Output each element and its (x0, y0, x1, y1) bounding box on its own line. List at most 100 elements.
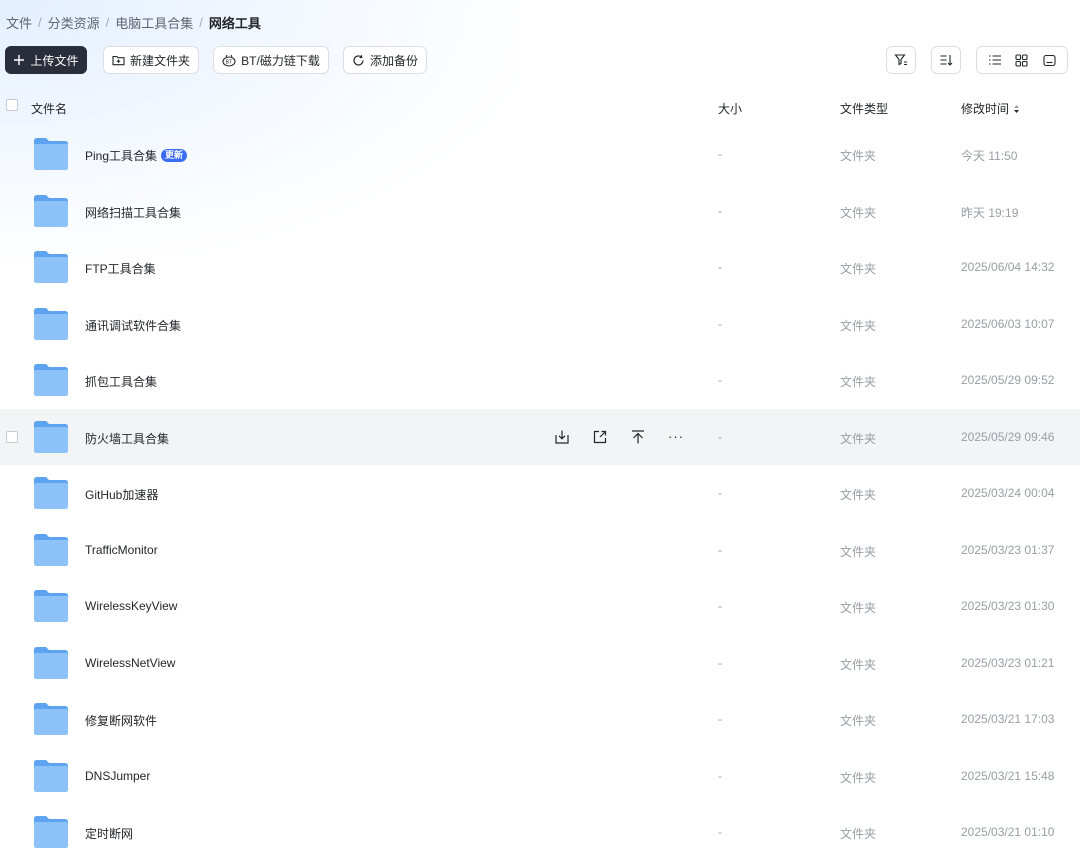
table-row[interactable]: 定时断网 - 文件夹 2025/03/21 01:10 (0, 804, 1080, 861)
folder-icon (34, 816, 68, 848)
bt-download-button-label: BT/磁力链下载 (241, 53, 320, 68)
file-name-text: GitHub加速器 (85, 488, 159, 502)
file-modified-time: 2025/03/23 01:37 (961, 542, 1055, 557)
file-name[interactable]: 防火墙工具合集 (85, 430, 169, 447)
view-mode-group (976, 46, 1068, 74)
plus-icon (14, 55, 25, 65)
file-modified-time: 2025/03/21 01:10 (961, 825, 1055, 839)
toolbar: 上传文件 新建文件夹 BT BT/磁力链下载 添加备份 (5, 46, 1068, 76)
file-name[interactable]: GitHub加速器 (85, 486, 158, 503)
breadcrumb: 文件 / 分类资源 / 电脑工具合集 / 网络工具 (6, 13, 261, 32)
folder-icon (34, 251, 68, 283)
list-view-icon[interactable] (984, 50, 1006, 70)
new-folder-icon (112, 55, 125, 66)
more-actions-button[interactable]: ··· (666, 427, 686, 447)
file-name-text: 网络扫描工具合集 (85, 205, 182, 220)
file-modified-time: 今天 11:50 (961, 149, 1018, 163)
folder-icon (34, 420, 68, 453)
sort-button[interactable] (931, 46, 961, 74)
file-size: - (718, 316, 722, 331)
preview-view-icon[interactable] (1038, 50, 1060, 70)
file-size: - (718, 599, 722, 613)
file-name[interactable]: WirelessNetView (85, 656, 175, 670)
file-name-text: 定时断网 (85, 827, 134, 841)
table-row[interactable]: 通讯调试软件合集 - 文件夹 2025/06/03 10:07 (0, 296, 1080, 353)
table-row[interactable]: TrafficMonitor - 文件夹 2025/03/23 01:37 (0, 522, 1080, 579)
file-name[interactable]: 通讯调试软件合集 (85, 317, 181, 334)
breadcrumb-item-pc-tools[interactable]: 电脑工具合集 (115, 13, 193, 32)
file-size: - (718, 768, 722, 783)
file-modified-time: 2025/05/29 09:46 (961, 429, 1055, 444)
file-size: - (718, 260, 722, 274)
upload-button[interactable]: 上传文件 (5, 46, 87, 74)
file-modified-time: 2025/06/03 10:07 (961, 316, 1055, 331)
table-row[interactable]: 修复断网软件 - 文件夹 2025/03/21 17:03 (0, 691, 1080, 748)
file-size: - (718, 712, 722, 726)
file-name-text: 修复断网软件 (85, 714, 158, 728)
table-row[interactable]: 抓包工具合集 - 文件夹 2025/05/29 09:52 (0, 352, 1080, 409)
file-type: 文件夹 (840, 827, 877, 841)
file-type: 文件夹 (840, 375, 877, 389)
bt-download-button[interactable]: BT BT/磁力链下载 (213, 46, 329, 74)
file-size: - (718, 429, 722, 444)
file-size: - (718, 542, 722, 557)
file-type: 文件夹 (840, 205, 877, 220)
breadcrumb-item-files[interactable]: 文件 (6, 13, 32, 32)
table-row[interactable]: GitHub加速器 - 文件夹 2025/03/24 00:04 (0, 465, 1080, 522)
download-icon[interactable] (552, 427, 572, 447)
svg-text:BT: BT (226, 59, 234, 65)
file-modified-time: 2025/03/23 01:21 (961, 655, 1055, 670)
table-row[interactable]: WirelessNetView - 文件夹 2025/03/23 01:21 (0, 635, 1080, 692)
table-row[interactable]: FTP工具合集 - 文件夹 2025/06/04 14:32 (0, 239, 1080, 296)
file-name[interactable]: 网络扫描工具合集 (85, 204, 181, 221)
table-row[interactable]: 防火墙工具合集 - 文件夹 2025/05/29 09:46 ··· (0, 408, 1080, 465)
file-name[interactable]: 定时断网 (85, 825, 133, 842)
pin-top-icon[interactable] (628, 427, 648, 447)
grid-view-icon[interactable] (1011, 50, 1033, 70)
column-header-size[interactable]: 大小 (718, 100, 742, 117)
folder-icon (34, 194, 68, 227)
filter-button[interactable] (886, 46, 916, 74)
upload-button-label: 上传文件 (30, 53, 79, 68)
file-size: - (718, 373, 722, 387)
file-name[interactable]: WirelessKeyView (85, 599, 177, 613)
file-name-text: WirelessNetView (85, 655, 176, 670)
table-row[interactable]: WirelessKeyView - 文件夹 2025/03/23 01:30 (0, 578, 1080, 635)
folder-icon (34, 138, 68, 170)
file-type: 文件夹 (840, 262, 877, 276)
share-icon[interactable] (590, 427, 610, 447)
table-row[interactable]: Ping工具合集 更新 - 文件夹 今天 11:50 (0, 126, 1080, 183)
breadcrumb-item-categories[interactable]: 分类资源 (48, 13, 100, 32)
new-folder-button-label: 新建文件夹 (129, 53, 190, 68)
add-backup-button[interactable]: 添加备份 (343, 46, 427, 74)
file-name[interactable]: TrafficMonitor (85, 543, 158, 557)
file-name-text: FTP工具合集 (85, 262, 156, 276)
file-type: 文件夹 (840, 318, 877, 333)
add-backup-button-label: 添加备份 (369, 53, 418, 68)
file-name[interactable]: FTP工具合集 (85, 260, 156, 277)
column-header-modified-label: 修改时间 (961, 102, 1010, 116)
column-header-type[interactable]: 文件类型 (840, 100, 888, 117)
select-all-checkbox[interactable] (6, 99, 18, 111)
file-name[interactable]: 抓包工具合集 (85, 373, 157, 390)
file-name[interactable]: DNSJumper (85, 769, 150, 783)
bt-icon: BT (222, 54, 236, 67)
file-name[interactable]: 修复断网软件 (85, 712, 157, 729)
file-modified-time: 2025/03/21 17:03 (961, 712, 1055, 726)
file-type: 文件夹 (840, 488, 877, 502)
file-name[interactable]: Ping工具合集 更新 (85, 147, 188, 164)
file-name-text: DNSJumper (85, 768, 151, 783)
file-size: - (718, 203, 722, 218)
file-list: Ping工具合集 更新 - 文件夹 今天 11:50 网络扫描工具合集 - 文件… (0, 126, 1080, 861)
file-type: 文件夹 (840, 431, 877, 446)
breadcrumb-current: 网络工具 (208, 16, 261, 31)
row-checkbox[interactable] (6, 430, 18, 443)
table-row[interactable]: DNSJumper - 文件夹 2025/03/21 15:48 (0, 748, 1080, 805)
folder-icon (34, 646, 68, 679)
table-row[interactable]: 网络扫描工具合集 - 文件夹 昨天 19:19 (0, 183, 1080, 240)
column-header-modified[interactable]: 修改时间 (961, 100, 1020, 117)
new-folder-button[interactable]: 新建文件夹 (103, 46, 199, 74)
file-type: 文件夹 (840, 657, 877, 672)
column-header-name[interactable]: 文件名 (31, 100, 67, 117)
file-modified-time: 2025/03/21 15:48 (961, 768, 1055, 783)
